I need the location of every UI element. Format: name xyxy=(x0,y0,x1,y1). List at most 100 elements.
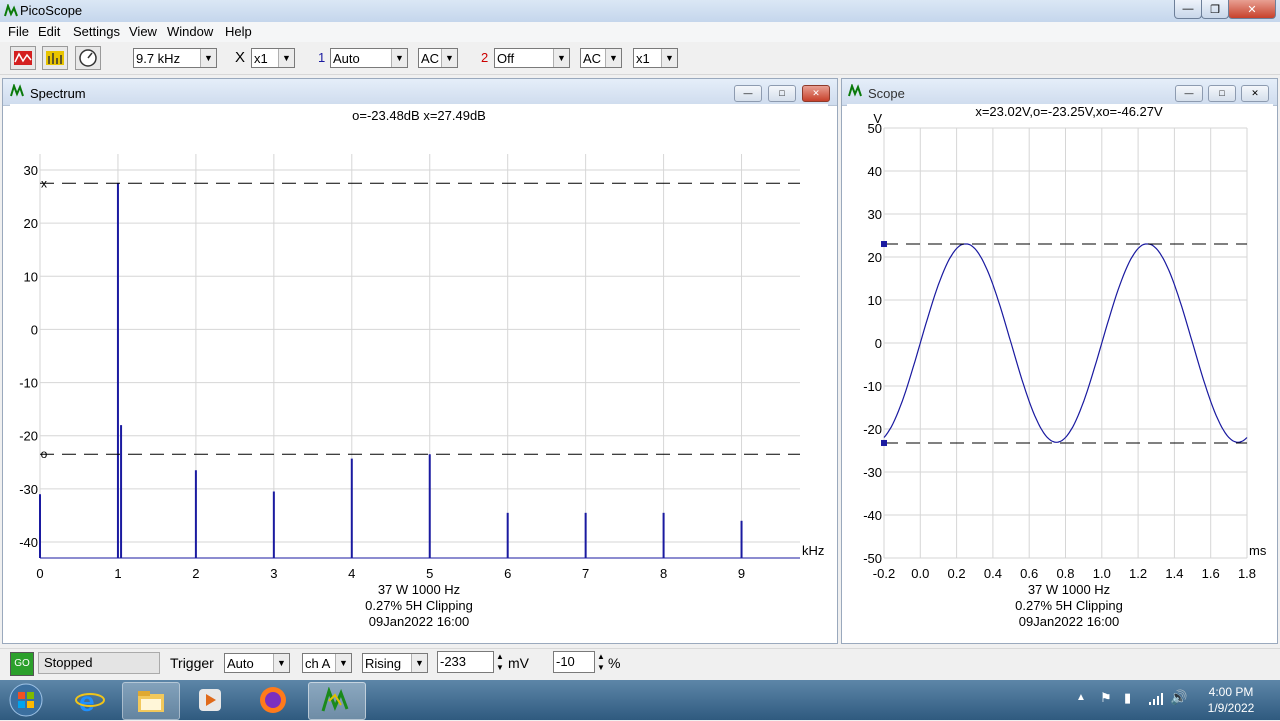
y-tick-label: -40 xyxy=(19,535,38,550)
pretrigger-input[interactable]: -10 xyxy=(553,651,595,673)
x-tick-label: 0.6 xyxy=(1020,566,1038,581)
app-title: PicoScope xyxy=(20,3,83,18)
scope-chart: 50403020100-10-20-30-40-50-0.2 0.0 0.2 0.4 0… xyxy=(863,111,1267,581)
network-icon[interactable] xyxy=(1148,692,1164,709)
channel1-coupling-value: AC xyxy=(421,51,440,66)
trigger-channel-select[interactable]: ch A ▼ xyxy=(302,653,352,673)
scope-maximize-button[interactable]: □ xyxy=(1208,85,1236,102)
multiplier-value: x1 xyxy=(254,51,268,66)
pretrigger-spinner[interactable]: ▲ ▼ xyxy=(595,651,607,673)
chevron-down-icon: ▼ xyxy=(411,654,427,672)
channel2-coupling-value: AC xyxy=(583,51,602,66)
chevron-down-icon: ▼ xyxy=(605,49,621,67)
y-tick-label: -30 xyxy=(863,465,882,480)
spectrum-minimize-button[interactable]: — xyxy=(734,85,762,102)
y-tick-label: 20 xyxy=(868,250,882,265)
minimize-window-button[interactable]: — xyxy=(1174,0,1202,19)
internet-explorer-icon[interactable]: e xyxy=(62,682,118,718)
trigger-edge-select[interactable]: Rising ▼ xyxy=(362,653,428,673)
scope-mode-icon[interactable] xyxy=(10,46,36,70)
channel2-range-value: Off xyxy=(497,51,515,66)
spectrum-maximize-button[interactable]: □ xyxy=(768,85,796,102)
y-tick-label: 0 xyxy=(875,336,882,351)
y-tick-label: 20 xyxy=(24,216,38,231)
x-axis-unit: ms xyxy=(1249,543,1267,558)
trigger-mode-select[interactable]: Auto ▼ xyxy=(224,653,290,673)
trigger-label: Trigger xyxy=(170,655,214,671)
go-button[interactable]: GO xyxy=(10,652,34,676)
power-icon[interactable]: ▮ xyxy=(1124,690,1131,706)
clock-date: 1/9/2022 xyxy=(1207,701,1255,715)
y-tick-label: 10 xyxy=(868,293,882,308)
y-tick-label: -10 xyxy=(19,376,38,391)
action-center-flag-icon[interactable]: ⚑ xyxy=(1100,690,1112,706)
scope-close-button[interactable]: ✕ xyxy=(1241,85,1269,102)
chevron-down-icon: ▼ xyxy=(335,654,351,672)
chevron-down-icon: ▼ xyxy=(273,654,289,672)
chevron-down-icon: ▼ xyxy=(441,49,457,67)
meter-mode-icon[interactable] xyxy=(75,46,101,70)
scope-footer-line2: 0.27% 5H Clipping xyxy=(1015,598,1123,613)
spectrum-window-icon xyxy=(10,82,26,101)
x-tick-label: 0.0 xyxy=(911,566,929,581)
x-tick-label: 1.4 xyxy=(1165,566,1183,581)
y-tick-label: -20 xyxy=(863,422,882,437)
x-tick-label: 3 xyxy=(270,566,277,581)
x-tick-label: 2 xyxy=(192,566,199,581)
y-tick-label: 30 xyxy=(24,163,38,178)
x-tick-label: 1 xyxy=(114,566,121,581)
chevron-down-icon: ▼ xyxy=(553,49,569,67)
scope-plot-area: 50 40 30 20 10 0 -10 -20 -30 -40 -50 -0.2 0.0 0.2 0.4 0… xyxy=(847,104,1273,640)
channel1-coupling-select[interactable]: AC ▼ xyxy=(418,48,458,68)
scope-minimize-button[interactable]: — xyxy=(1175,85,1203,102)
menu-view[interactable]: View xyxy=(129,24,157,39)
x-multiplier-icon: X xyxy=(235,49,246,66)
trigger-level-input[interactable]: -233 xyxy=(437,651,494,673)
spectrum-titlebar xyxy=(3,79,837,106)
spectrum-mode-icon[interactable] xyxy=(42,46,68,70)
y-tick-label: -30 xyxy=(19,482,38,497)
system-clock[interactable]: 4:00 PM 1/9/2022 xyxy=(1196,684,1266,716)
spectrum-footer: 37 W 1000 Hz 0.27% 5H Clipping 09Jan2022… xyxy=(10,582,828,630)
show-hidden-icons-icon[interactable]: ▲ xyxy=(1076,692,1086,703)
svg-text:e: e xyxy=(79,686,95,715)
x-tick-label: 0.2 xyxy=(948,566,966,581)
multiplier-select[interactable]: x1 ▼ xyxy=(251,48,295,68)
channel2-range-select[interactable]: Off ▼ xyxy=(494,48,570,68)
firefox-icon[interactable] xyxy=(245,682,301,718)
trigger-channel-value: ch A xyxy=(305,656,331,671)
pretrigger-unit: % xyxy=(608,655,621,671)
file-explorer-icon[interactable] xyxy=(122,682,180,720)
spectrum-close-button[interactable]: ✕ xyxy=(802,85,830,102)
cursor-o-handle xyxy=(881,439,887,446)
trigger-level-spinner[interactable]: ▲ ▼ xyxy=(494,651,506,673)
menu-edit[interactable]: Edit xyxy=(38,24,60,39)
x-tick-label: 1.6 xyxy=(1202,566,1220,581)
restore-window-button[interactable]: ❐ xyxy=(1201,0,1229,19)
menu-file[interactable]: File xyxy=(8,24,29,39)
channel2-multiplier-value: x1 xyxy=(636,51,650,66)
x-axis-unit: kHz xyxy=(802,543,824,558)
status-text: Stopped xyxy=(38,652,160,674)
timebase-select[interactable]: 9.7 kHz ▼ xyxy=(133,48,217,68)
spectrum-plot-area: 30 20 10 0 -10 -20 -30 -40 0 1 2 3 4 5 6 7 8 9 kHz x o xyxy=(10,104,828,640)
menu-settings[interactable]: Settings xyxy=(73,24,120,39)
trigger-edge-value: Rising xyxy=(365,656,402,671)
close-window-button[interactable]: ✕ xyxy=(1228,0,1276,19)
volume-icon[interactable]: 🔊 xyxy=(1170,689,1187,706)
channel2-coupling-select[interactable]: AC ▼ xyxy=(580,48,622,68)
start-button[interactable] xyxy=(6,682,46,718)
channel2-label: 2 xyxy=(481,50,489,65)
scope-footer-line1: 37 W 1000 Hz xyxy=(1027,582,1111,597)
channel2-multiplier-select[interactable]: x1 ▼ xyxy=(633,48,678,68)
chevron-down-icon: ▼ xyxy=(278,49,294,67)
menu-window[interactable]: Window xyxy=(167,24,213,39)
chevron-down-icon: ▼ xyxy=(200,49,216,67)
spectrum-window-title: Spectrum xyxy=(30,86,86,101)
x-tick-label: 7 xyxy=(582,566,589,581)
clock-time: 4:00 PM xyxy=(1208,685,1254,699)
channel1-range-select[interactable]: Auto ▼ xyxy=(330,48,408,68)
media-player-icon[interactable] xyxy=(182,682,238,718)
picoscope-taskbar-icon[interactable] xyxy=(308,682,366,720)
menu-help[interactable]: Help xyxy=(225,24,252,39)
